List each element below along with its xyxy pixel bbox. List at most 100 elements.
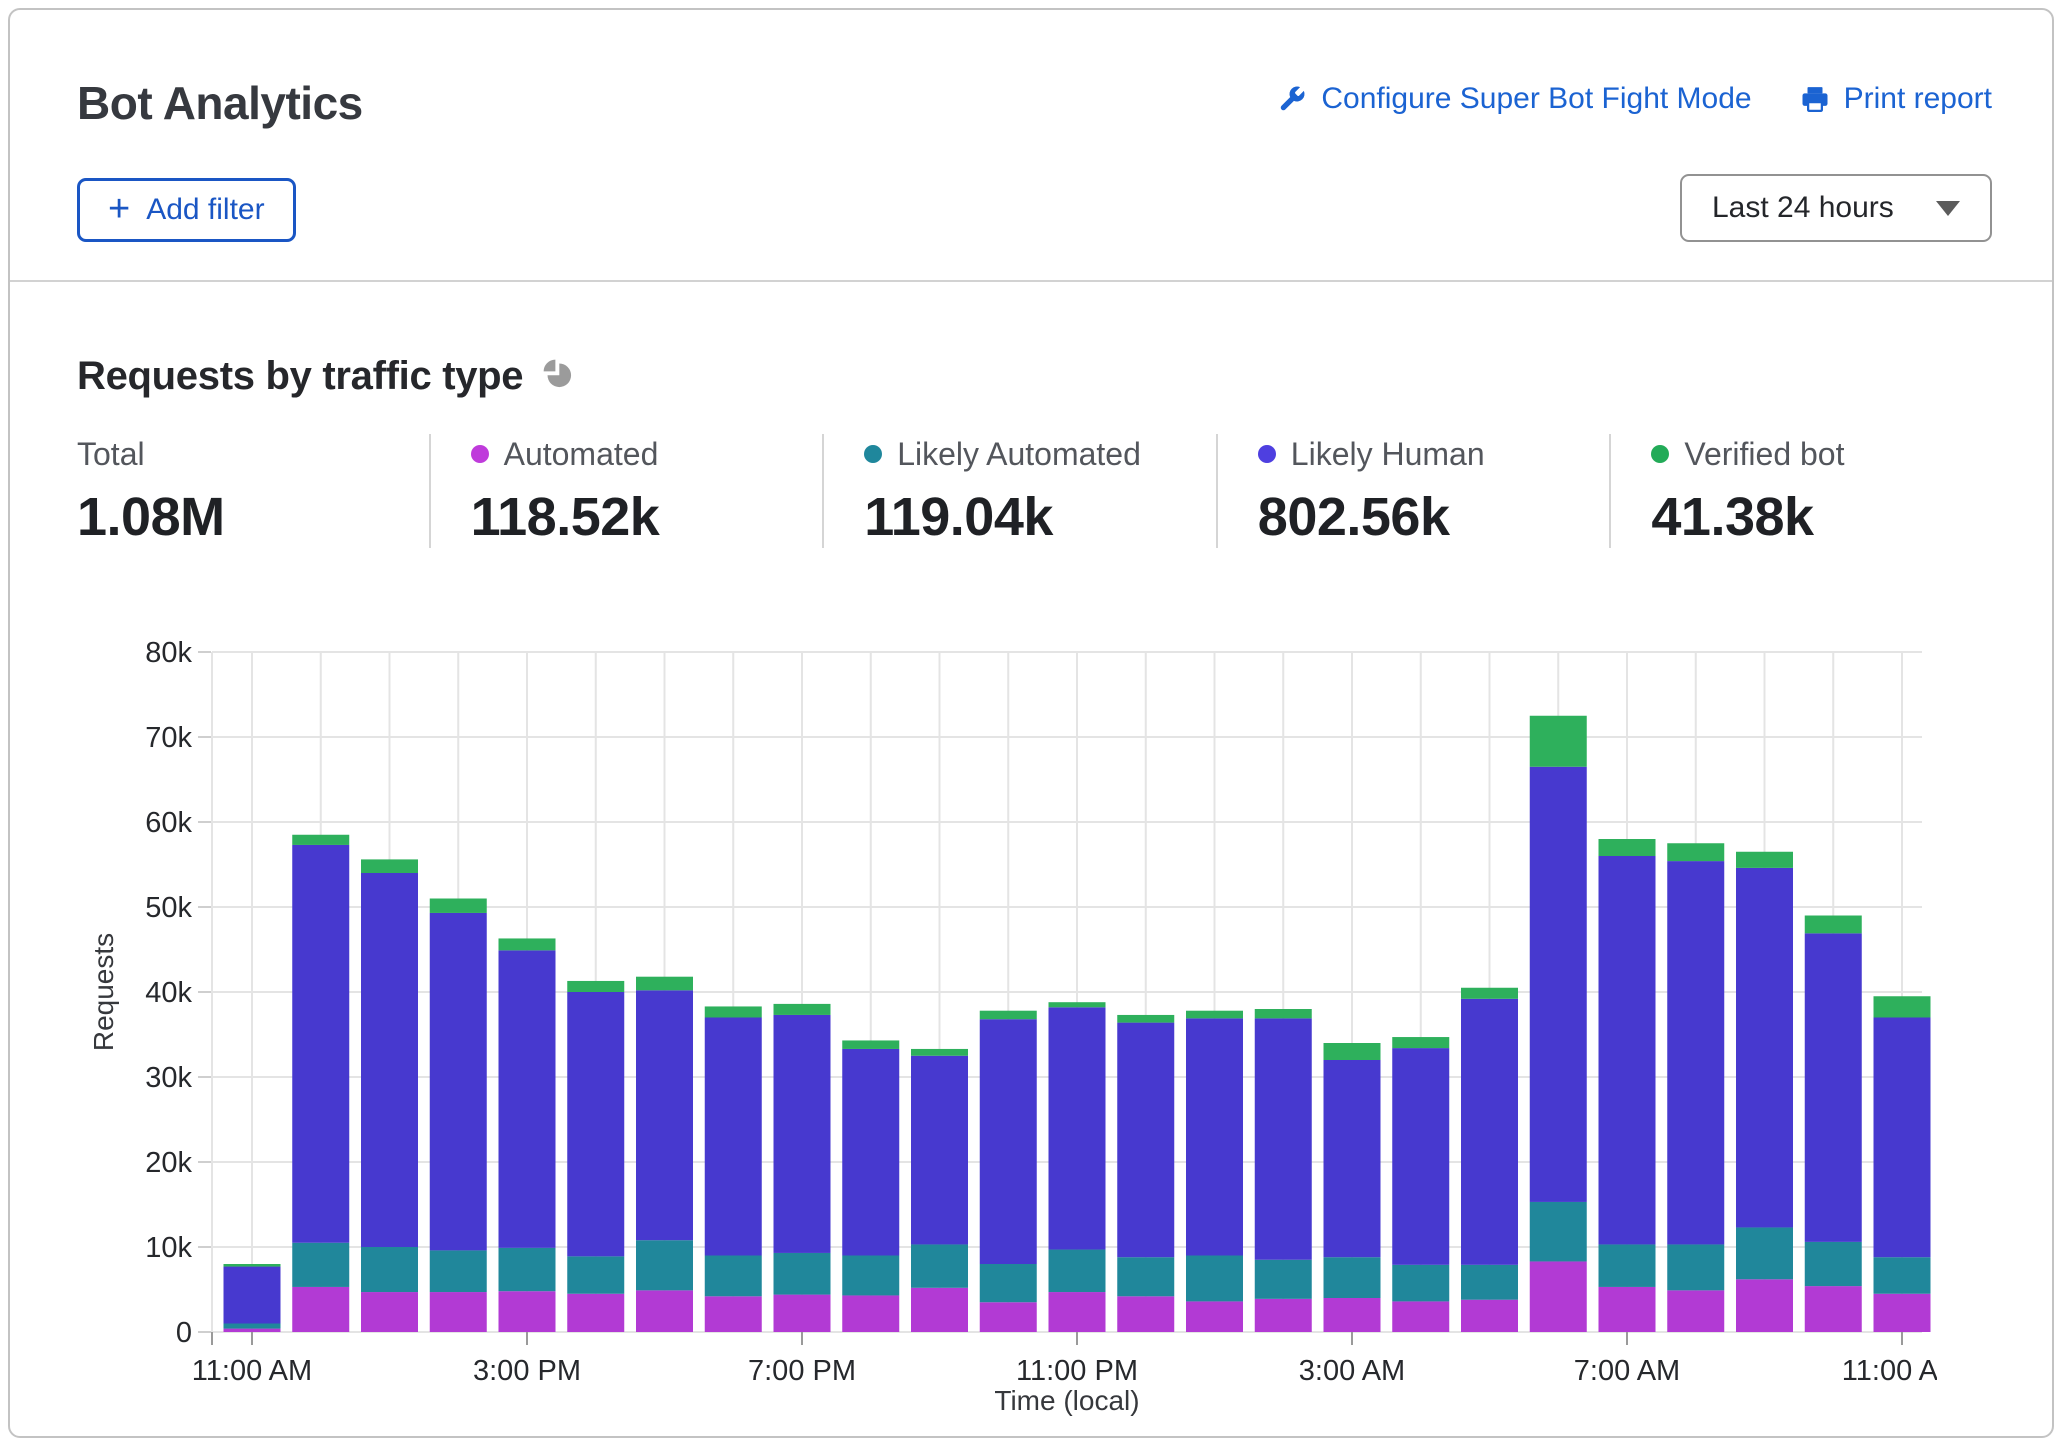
bar-segment-automated[interactable] [705, 1296, 762, 1332]
bar-segment-likely-automated[interactable] [980, 1264, 1037, 1302]
bar-segment-verified-bot[interactable] [1392, 1037, 1449, 1048]
bar-segment-likely-automated[interactable] [1667, 1244, 1724, 1290]
bar-segment-verified-bot[interactable] [1667, 843, 1724, 861]
bar-segment-automated[interactable] [1530, 1261, 1587, 1332]
bar-segment-automated[interactable] [224, 1329, 281, 1332]
bar-segment-likely-automated[interactable] [911, 1244, 968, 1287]
bar-segment-likely-human[interactable] [567, 992, 624, 1256]
bar-segment-likely-automated[interactable] [842, 1256, 899, 1296]
bar-segment-likely-automated[interactable] [1255, 1260, 1312, 1299]
bar-segment-likely-automated[interactable] [705, 1256, 762, 1297]
bar-segment-verified-bot[interactable] [224, 1264, 281, 1267]
bar-segment-likely-automated[interactable] [1874, 1257, 1931, 1294]
bar-segment-likely-automated[interactable] [1805, 1242, 1862, 1286]
bar-segment-automated[interactable] [1255, 1299, 1312, 1332]
bar-segment-likely-human[interactable] [292, 845, 349, 1243]
bar-segment-verified-bot[interactable] [1599, 839, 1656, 856]
bar-segment-automated[interactable] [567, 1294, 624, 1332]
bar-segment-automated[interactable] [911, 1288, 968, 1332]
bar-segment-verified-bot[interactable] [1530, 716, 1587, 767]
bar-segment-likely-automated[interactable] [499, 1248, 556, 1291]
stat-verified-bot[interactable]: Verified bot 41.38k [1609, 434, 2003, 548]
bar-segment-verified-bot[interactable] [361, 859, 418, 873]
bar-segment-automated[interactable] [430, 1292, 487, 1332]
bar-segment-verified-bot[interactable] [774, 1004, 831, 1015]
bar-segment-automated[interactable] [361, 1292, 418, 1332]
bar-segment-automated[interactable] [1736, 1279, 1793, 1332]
bar-segment-likely-automated[interactable] [1736, 1227, 1793, 1279]
bar-segment-verified-bot[interactable] [980, 1011, 1037, 1020]
stat-likely-human[interactable]: Likely Human 802.56k [1216, 434, 1610, 548]
bar-segment-verified-bot[interactable] [1186, 1011, 1243, 1019]
bar-segment-verified-bot[interactable] [705, 1006, 762, 1017]
bar-segment-verified-bot[interactable] [1874, 996, 1931, 1017]
bar-segment-verified-bot[interactable] [1461, 988, 1518, 999]
bar-segment-verified-bot[interactable] [1255, 1009, 1312, 1018]
time-range-select[interactable]: Last 24 hours [1680, 174, 1992, 242]
bar-segment-likely-human[interactable] [1599, 856, 1656, 1244]
bar-segment-likely-human[interactable] [224, 1267, 281, 1324]
bar-segment-automated[interactable] [774, 1295, 831, 1332]
print-report-link[interactable]: Print report [1800, 82, 1992, 116]
bar-segment-likely-human[interactable] [430, 913, 487, 1250]
bar-segment-automated[interactable] [980, 1302, 1037, 1332]
bar-segment-verified-bot[interactable] [1805, 916, 1862, 934]
bar-segment-likely-human[interactable] [705, 1018, 762, 1256]
bar-segment-likely-human[interactable] [1324, 1060, 1381, 1257]
bar-segment-likely-human[interactable] [911, 1056, 968, 1245]
bar-segment-verified-bot[interactable] [636, 977, 693, 991]
bar-segment-likely-human[interactable] [774, 1015, 831, 1253]
bar-segment-likely-human[interactable] [499, 950, 556, 1248]
bar-segment-automated[interactable] [1049, 1292, 1106, 1332]
bar-segment-likely-human[interactable] [980, 1019, 1037, 1264]
bar-segment-likely-automated[interactable] [1324, 1257, 1381, 1298]
bar-segment-verified-bot[interactable] [1117, 1015, 1174, 1023]
bar-segment-verified-bot[interactable] [292, 835, 349, 845]
bar-segment-automated[interactable] [1392, 1301, 1449, 1332]
stat-likely-automated[interactable]: Likely Automated 119.04k [822, 434, 1216, 548]
bar-segment-likely-human[interactable] [1667, 861, 1724, 1244]
bar-segment-likely-automated[interactable] [361, 1247, 418, 1292]
bar-segment-likely-human[interactable] [1392, 1048, 1449, 1265]
bar-segment-likely-human[interactable] [1049, 1007, 1106, 1249]
bar-segment-automated[interactable] [842, 1295, 899, 1332]
bar-segment-verified-bot[interactable] [1049, 1002, 1106, 1007]
bar-segment-automated[interactable] [1874, 1294, 1931, 1332]
bar-segment-likely-automated[interactable] [1392, 1265, 1449, 1302]
bar-segment-automated[interactable] [636, 1290, 693, 1332]
bar-segment-likely-human[interactable] [1461, 999, 1518, 1265]
bar-segment-automated[interactable] [1324, 1298, 1381, 1332]
bar-segment-verified-bot[interactable] [1324, 1043, 1381, 1060]
bar-segment-verified-bot[interactable] [1736, 852, 1793, 868]
bar-segment-likely-human[interactable] [1805, 933, 1862, 1242]
bar-segment-verified-bot[interactable] [567, 981, 624, 992]
configure-super-bot-fight-mode-link[interactable]: Configure Super Bot Fight Mode [1277, 82, 1751, 116]
bar-segment-likely-automated[interactable] [1117, 1257, 1174, 1296]
bar-segment-automated[interactable] [1117, 1296, 1174, 1332]
bar-segment-likely-human[interactable] [842, 1049, 899, 1256]
bar-segment-automated[interactable] [1667, 1290, 1724, 1332]
bar-segment-verified-bot[interactable] [430, 899, 487, 913]
bar-segment-likely-automated[interactable] [1461, 1265, 1518, 1300]
bar-segment-likely-human[interactable] [636, 990, 693, 1240]
bar-segment-likely-automated[interactable] [292, 1243, 349, 1287]
bar-segment-automated[interactable] [292, 1287, 349, 1332]
bar-segment-likely-human[interactable] [1255, 1018, 1312, 1259]
bar-segment-verified-bot[interactable] [842, 1040, 899, 1049]
bar-segment-automated[interactable] [1461, 1300, 1518, 1332]
bar-segment-likely-human[interactable] [1530, 767, 1587, 1202]
bar-segment-likely-automated[interactable] [636, 1240, 693, 1290]
bar-segment-automated[interactable] [1805, 1286, 1862, 1332]
stat-automated[interactable]: Automated 118.52k [429, 434, 823, 548]
bar-segment-likely-automated[interactable] [1049, 1250, 1106, 1293]
bar-segment-likely-automated[interactable] [567, 1256, 624, 1293]
add-filter-button[interactable]: + Add filter [77, 178, 296, 242]
bar-segment-likely-automated[interactable] [430, 1250, 487, 1292]
bar-segment-automated[interactable] [499, 1291, 556, 1332]
bar-segment-likely-human[interactable] [1874, 1018, 1931, 1258]
bar-segment-automated[interactable] [1599, 1287, 1656, 1332]
bar-segment-verified-bot[interactable] [499, 938, 556, 950]
bar-segment-likely-automated[interactable] [1186, 1256, 1243, 1302]
bar-segment-likely-automated[interactable] [224, 1324, 281, 1329]
bar-segment-likely-human[interactable] [1736, 868, 1793, 1228]
